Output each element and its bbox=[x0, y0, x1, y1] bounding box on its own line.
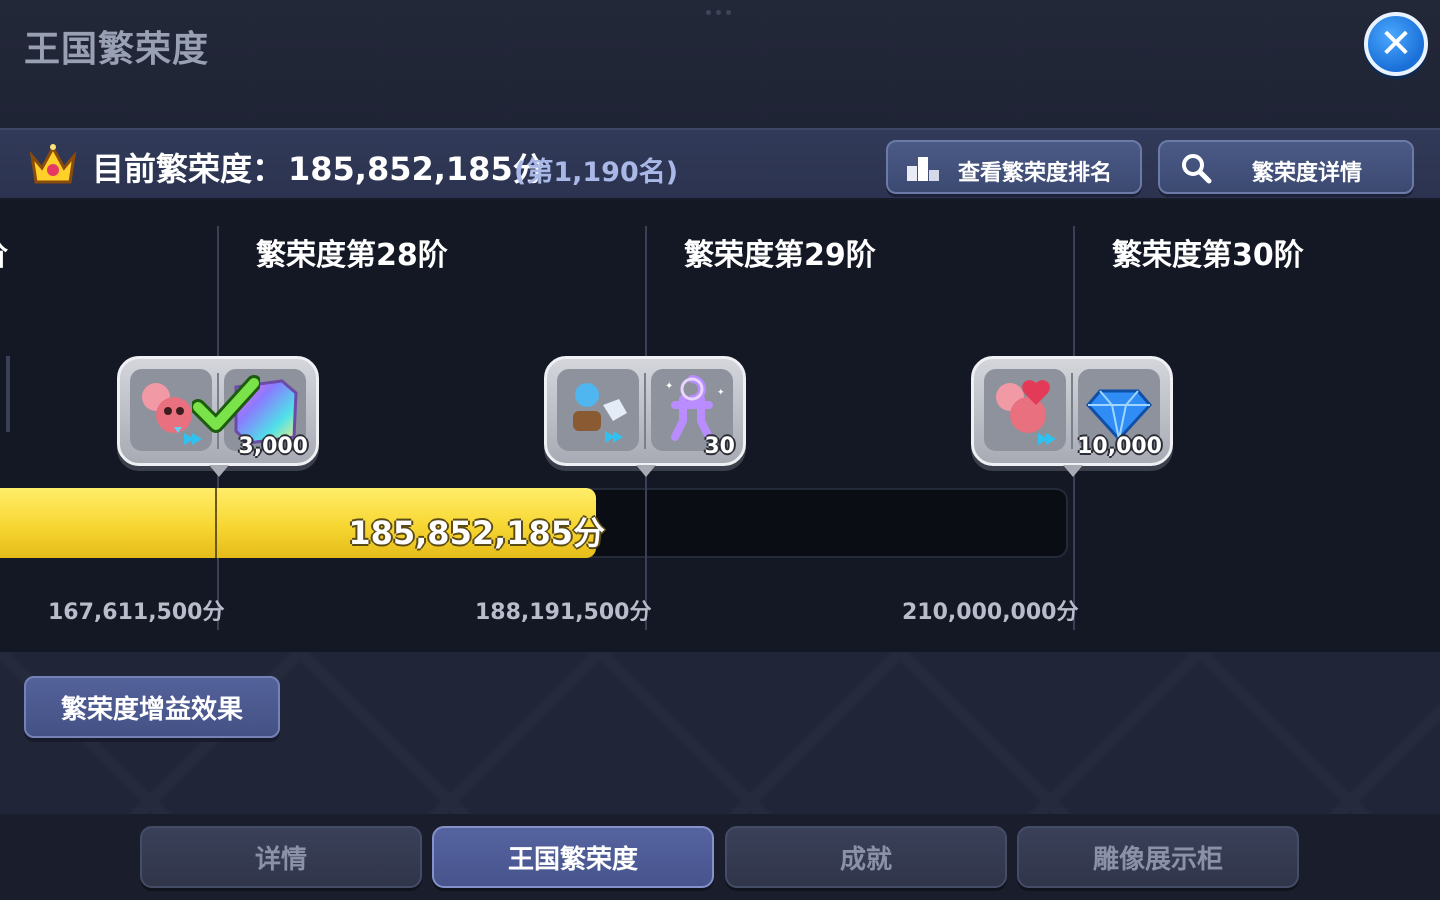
progress-value-label: 185,852,185分 bbox=[348, 514, 606, 552]
reward-quantity: 10,000 bbox=[1077, 434, 1162, 459]
tier-title: 繁荣度第30阶 bbox=[1112, 238, 1304, 273]
window-title: 王国繁荣度 bbox=[24, 29, 210, 70]
current-prosperity-label: 目前繁荣度： bbox=[92, 150, 285, 188]
reward-quantity: 30 bbox=[704, 434, 735, 459]
claimed-check-icon bbox=[192, 375, 260, 433]
current-prosperity-value: 185,852,185分 bbox=[288, 150, 545, 188]
bottom-tab-bar: 详情 王国繁荣度 成就 雕像展示柜 bbox=[0, 814, 1440, 900]
track-tier-marker bbox=[645, 488, 647, 558]
tier-threshold: 188,191,500分 bbox=[475, 600, 652, 625]
tier-title: 繁荣度第28阶 bbox=[256, 238, 448, 273]
crown-icon bbox=[29, 144, 77, 184]
card-separator bbox=[1071, 373, 1073, 449]
svg-text:✦: ✦ bbox=[665, 381, 673, 392]
tier-title: 繁荣度第29阶 bbox=[684, 238, 876, 273]
podium-icon bbox=[907, 157, 939, 181]
prosperity-details-label: 繁荣度详情 bbox=[1252, 161, 1363, 186]
window-header: 王国繁荣度 ✕ bbox=[0, 0, 1440, 128]
reward-card-tier-28[interactable]: 3,000 bbox=[117, 356, 319, 477]
tab-details[interactable]: 详情 bbox=[140, 826, 422, 888]
partial-reward-edge bbox=[6, 356, 10, 432]
tab-achievements[interactable]: 成就 bbox=[725, 826, 1007, 888]
reward-card-tier-30[interactable]: 10,000 bbox=[971, 356, 1173, 477]
tier-threshold: 167,611,500分 bbox=[48, 600, 225, 625]
prosperity-buff-button[interactable]: 繁荣度增益效果 bbox=[24, 676, 280, 738]
close-icon: ✕ bbox=[1379, 21, 1413, 67]
prosperity-details-button[interactable]: 繁荣度详情 bbox=[1158, 140, 1414, 194]
cookie-bundle-icon bbox=[984, 369, 1066, 451]
tier-progress-panel[interactable]: 阶 繁荣度第28阶 繁荣度第29阶 繁荣度第30阶 185,852,185分 bbox=[0, 200, 1440, 652]
search-icon bbox=[1182, 154, 1212, 184]
lower-panel: 繁荣度增益效果 bbox=[0, 652, 1440, 814]
view-ranking-label: 查看繁荣度排名 bbox=[958, 161, 1113, 186]
svg-text:✦: ✦ bbox=[717, 388, 725, 398]
drag-handle[interactable] bbox=[706, 10, 736, 18]
card-separator bbox=[644, 373, 646, 449]
view-ranking-button[interactable]: 查看繁荣度排名 bbox=[886, 140, 1142, 194]
reward-quantity: 3,000 bbox=[238, 434, 308, 459]
fill-tier-marker bbox=[215, 488, 217, 558]
tier-threshold: 210,000,000分 bbox=[902, 600, 1079, 625]
reward-card-tier-29[interactable]: ✦ ✦ 30 bbox=[544, 356, 746, 477]
tab-kingdom-prosperity[interactable]: 王国繁荣度 bbox=[432, 826, 714, 888]
current-rank: (第1,190名) bbox=[514, 157, 679, 188]
materials-bundle-icon bbox=[557, 369, 639, 451]
prosperity-status-bar: 目前繁荣度： 185,852,185分 (第1,190名) 查看繁荣度排名 繁荣… bbox=[0, 128, 1440, 200]
close-button[interactable]: ✕ bbox=[1364, 12, 1428, 76]
tab-statue-display[interactable]: 雕像展示柜 bbox=[1017, 826, 1299, 888]
tier-title-partial: 阶 bbox=[0, 230, 8, 274]
